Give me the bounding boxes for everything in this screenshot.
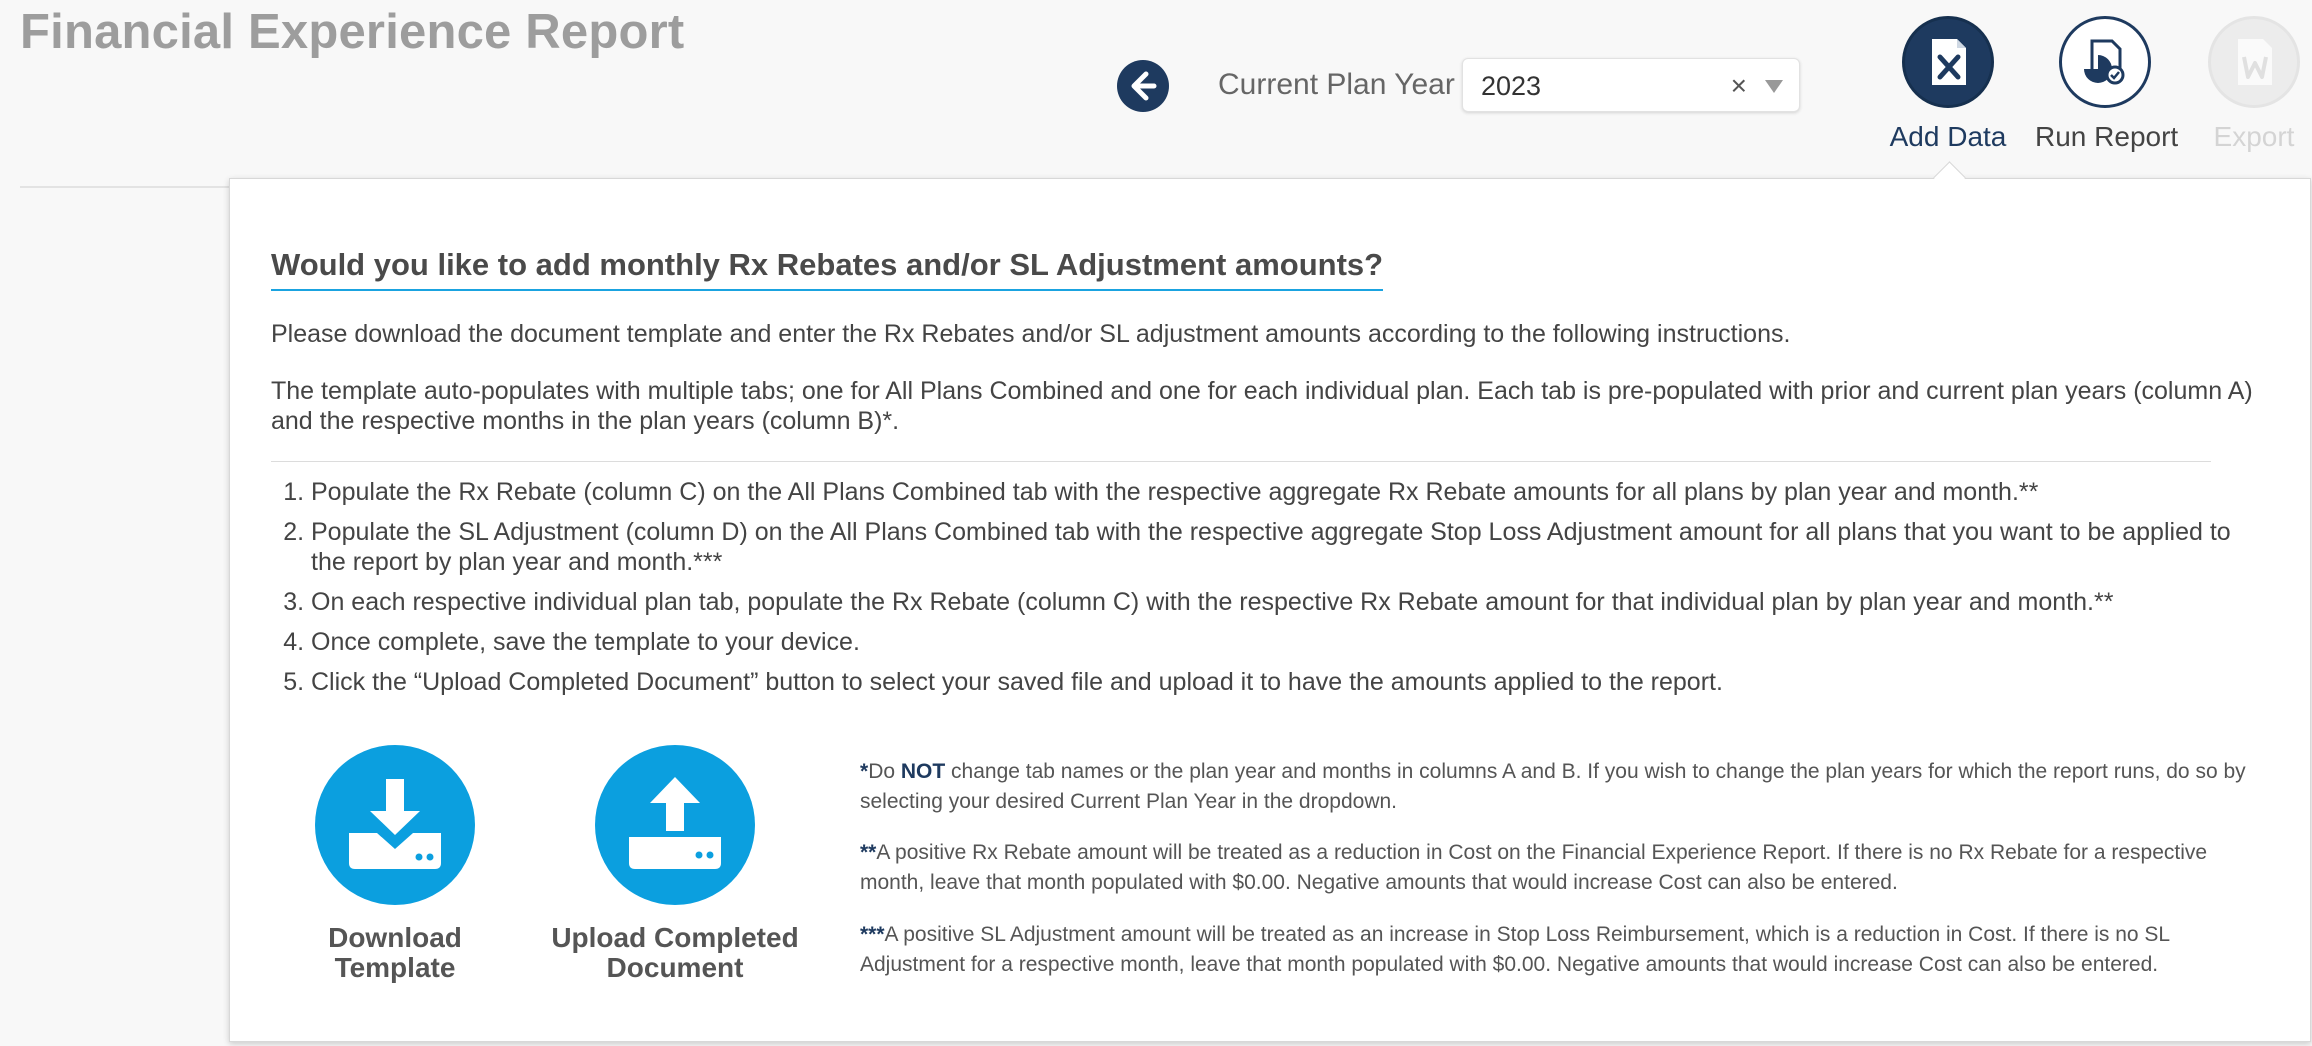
instruction-step: Populate the Rx Rebate (column C) on the… — [311, 477, 2271, 507]
page: Financial Experience Report Current Plan… — [0, 0, 2312, 1046]
chevron-down-icon[interactable] — [1765, 80, 1783, 93]
footnote-marker: ** — [860, 841, 877, 864]
footnote-text: Do — [868, 760, 901, 783]
instruction-step: Populate the SL Adjustment (column D) on… — [311, 517, 2271, 577]
add-data-panel: Would you like to add monthly Rx Rebates… — [229, 178, 2311, 1042]
add-data-button[interactable]: Add Data — [1878, 16, 2018, 166]
footnote-text: A positive SL Adjustment amount will be … — [860, 923, 2170, 976]
upload-tray-icon — [595, 745, 755, 905]
report-chart-icon — [2059, 16, 2151, 108]
back-button[interactable] — [1117, 60, 1169, 112]
footnote-marker: * — [860, 760, 869, 783]
footnote-3: ***A positive SL Adjustment amount will … — [860, 920, 2270, 980]
section-divider — [271, 461, 2211, 462]
footnote-marker: *** — [860, 923, 885, 946]
instruction-step: On each respective individual plan tab, … — [311, 587, 2271, 617]
download-template-button[interactable]: Download Template — [265, 745, 525, 1005]
footnote-text: A positive Rx Rebate amount will be trea… — [860, 841, 2208, 894]
export-label: Export — [2213, 121, 2295, 152]
download-template-label: Download Template — [328, 922, 462, 983]
title-divider — [20, 186, 230, 188]
footnote-1: *Do NOT change tab names or the plan yea… — [860, 757, 2270, 817]
footnote-2: **A positive Rx Rebate amount will be tr… — [860, 838, 2270, 898]
run-report-button[interactable]: Run Report — [2035, 16, 2179, 166]
run-report-label: Run Report — [2035, 121, 2179, 152]
footnote-text: change tab names or the plan year and mo… — [860, 760, 2246, 813]
add-data-label: Add Data — [1889, 121, 2007, 152]
arrow-left-icon — [1131, 71, 1157, 101]
instruction-steps: Populate the Rx Rebate (column C) on the… — [271, 477, 2271, 707]
instruction-step: Click the “Upload Completed Document” bu… — [311, 667, 2271, 697]
excel-file-icon — [1902, 16, 1994, 108]
plan-year-label: Current Plan Year — [1218, 68, 1455, 101]
upload-completed-document-button[interactable]: Upload Completed Document — [545, 745, 805, 1005]
footnote-emphasis: NOT — [900, 760, 946, 783]
template-info-text: The template auto-populates with multipl… — [271, 377, 2253, 435]
plan-year-select[interactable]: 2023 × — [1462, 58, 1800, 112]
export-button: Export — [2184, 16, 2312, 166]
word-file-icon — [2208, 16, 2300, 108]
intro-text: Please download the document template an… — [271, 320, 1791, 348]
page-title: Financial Experience Report — [20, 5, 685, 59]
clear-icon[interactable]: × — [1731, 70, 1747, 102]
upload-completed-document-label: Upload Completed Document — [551, 922, 799, 983]
instruction-step: Once complete, save the template to your… — [311, 627, 2271, 657]
panel-heading: Would you like to add monthly Rx Rebates… — [271, 247, 1384, 291]
download-tray-icon — [315, 745, 475, 905]
plan-year-value: 2023 — [1481, 71, 1542, 101]
